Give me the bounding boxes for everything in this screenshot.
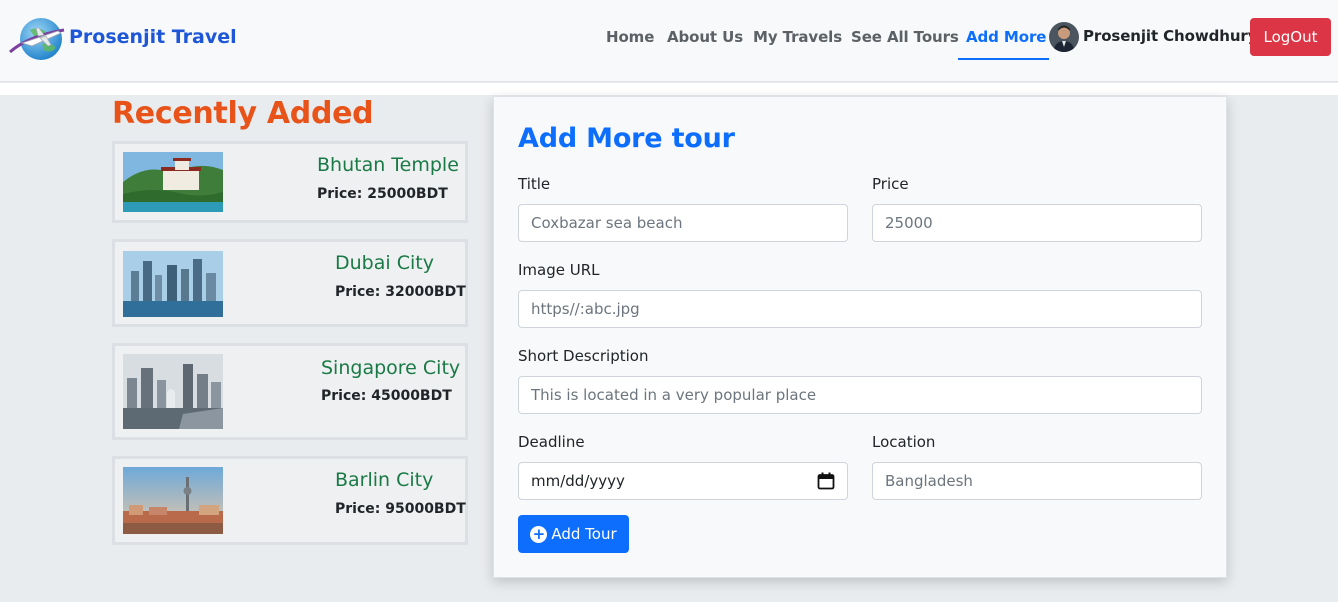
tour-price: Price: 95000BDT	[335, 501, 466, 517]
user-name: Prosenjit Chowdhury	[1083, 27, 1258, 45]
brand-name: Prosenjit Travel	[69, 26, 237, 48]
logout-button[interactable]: LogOut	[1250, 18, 1331, 56]
tour-card[interactable]: Singapore City Price: 45000BDT	[112, 343, 468, 440]
date-placeholder: mm/dd/yyyy	[531, 472, 625, 490]
add-tour-form: Add More tour Title Price Image URL Shor…	[493, 96, 1227, 578]
plus-circle-icon: +	[530, 525, 548, 543]
nav-about-us[interactable]: About Us	[667, 28, 743, 46]
form-title: Add More tour	[518, 123, 735, 154]
deadline-date-input[interactable]: mm/dd/yyyy	[518, 462, 848, 500]
tour-image	[123, 152, 223, 212]
title-input[interactable]	[518, 204, 848, 242]
tour-price: Price: 25000BDT	[317, 186, 448, 202]
add-tour-label: Add Tour	[551, 525, 617, 543]
image-url-input[interactable]	[518, 290, 1202, 328]
tour-image	[123, 251, 223, 317]
navbar: Prosenjit Travel Home About Us My Travel…	[0, 0, 1338, 82]
location-input[interactable]	[872, 462, 1202, 500]
price-label: Price	[872, 175, 909, 193]
nav-add-more[interactable]: Add More	[966, 28, 1046, 46]
tour-name: Barlin City	[335, 469, 434, 491]
tour-name: Bhutan Temple	[317, 154, 459, 176]
image-url-label: Image URL	[518, 261, 600, 279]
tour-price: Price: 45000BDT	[321, 388, 452, 404]
tour-card[interactable]: Dubai City Price: 32000BDT	[112, 239, 468, 327]
recently-added-title: Recently Added	[112, 96, 374, 131]
active-nav-underline	[958, 58, 1049, 60]
tour-name: Singapore City	[321, 357, 461, 379]
tour-image	[123, 467, 223, 534]
navbar-divider	[0, 83, 1338, 95]
avatar	[1049, 22, 1079, 52]
nav-home[interactable]: Home	[606, 28, 654, 46]
location-label: Location	[872, 433, 936, 451]
short-description-input[interactable]	[518, 376, 1202, 414]
price-input[interactable]	[872, 204, 1202, 242]
brand[interactable]: Prosenjit Travel	[8, 15, 237, 63]
airplane-globe-icon	[9, 18, 65, 60]
tour-name: Dubai City	[335, 252, 434, 274]
short-description-label: Short Description	[518, 347, 649, 365]
tour-price: Price: 32000BDT	[335, 284, 466, 300]
tour-image	[123, 354, 223, 429]
title-label: Title	[518, 175, 551, 193]
nav-see-all-tours[interactable]: See All Tours	[851, 28, 959, 46]
calendar-icon[interactable]	[817, 472, 835, 490]
tour-card[interactable]: Barlin City Price: 95000BDT	[112, 456, 468, 545]
deadline-label: Deadline	[518, 433, 585, 451]
nav-my-travels[interactable]: My Travels	[753, 28, 842, 46]
tour-card[interactable]: Bhutan Temple Price: 25000BDT	[112, 141, 468, 223]
add-tour-button[interactable]: + Add Tour	[518, 515, 629, 553]
